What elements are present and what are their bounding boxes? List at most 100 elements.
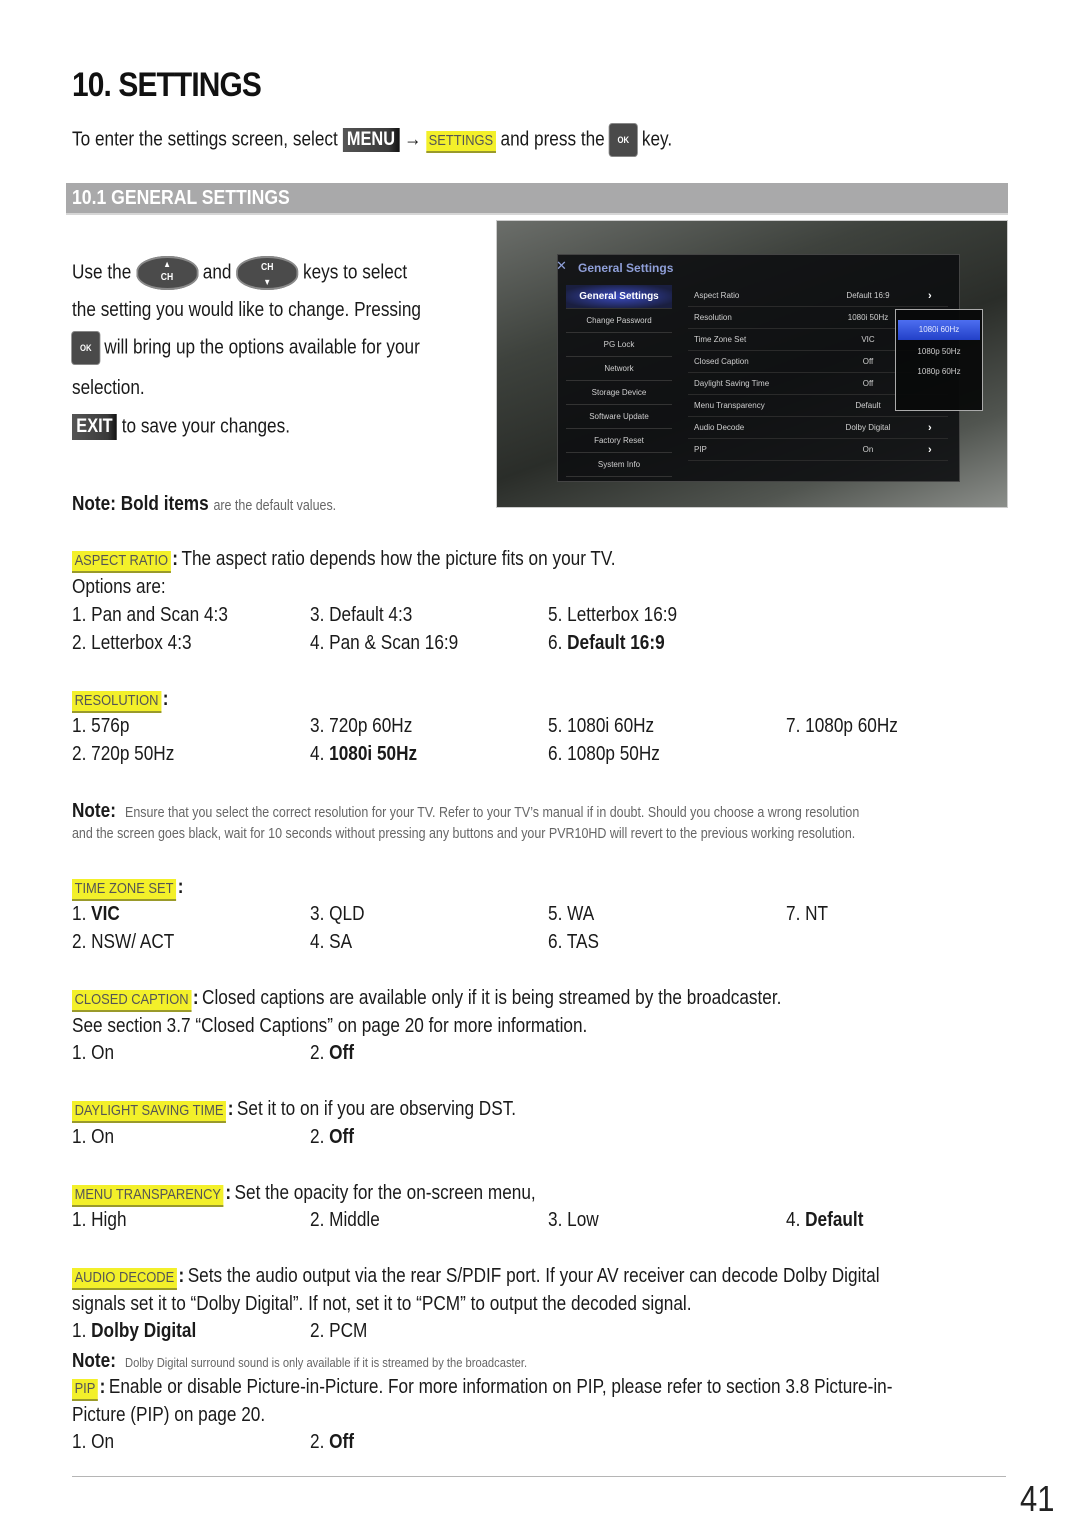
option-number: 1.: [72, 1126, 92, 1148]
option-label: NT: [805, 903, 829, 925]
option-label: SA: [329, 931, 353, 953]
note-label: Note:: [72, 800, 116, 822]
desc-text: The aspect ratio depends how the picture…: [181, 548, 616, 570]
instr-text: to save your changes.: [121, 415, 290, 438]
option-number: 6.: [548, 931, 567, 953]
intro-middle: and press the: [500, 128, 605, 151]
note-text: are the default values.: [213, 498, 337, 514]
instruction-line-2: the setting you would like to change. Pr…: [72, 299, 421, 321]
option-item: 3. 720p 60Hz: [310, 715, 412, 738]
instruction-exit: EXIT to save your changes.: [72, 414, 290, 440]
tv-setting-key: Closed Caption: [694, 357, 749, 366]
tv-left-menu-item: Network: [566, 357, 672, 381]
option-number: 4.: [310, 931, 330, 953]
pip-desc2: Picture (PIP) on page 20.: [72, 1404, 266, 1426]
option-number: 2.: [72, 632, 92, 654]
option-label-default: 1080i 50Hz: [329, 743, 418, 765]
instr-text: and: [202, 261, 232, 284]
ok-key-icon: OK: [609, 124, 638, 156]
tv-setting-key: Audio Decode: [694, 423, 745, 432]
exit-key-icon: EXIT: [72, 414, 117, 440]
closed-caption-desc: CLOSED CAPTION: Closed captions are avail…: [72, 987, 781, 1012]
resolution-tag: RESOLUTION: [72, 691, 162, 713]
option-number: 3.: [548, 1209, 568, 1231]
desc-text: Set the opacity for the on-screen menu,: [234, 1182, 536, 1204]
option-item: 3. Default 4:3: [310, 604, 412, 627]
tv-popup-option: 1080i 60Hz: [898, 320, 980, 340]
option-number: 2.: [72, 931, 92, 953]
option-number: 3.: [310, 604, 330, 626]
tv-setting-key: Aspect Ratio: [694, 291, 740, 300]
tv-setting-value: On: [862, 445, 874, 454]
option-label-default: Off: [329, 1431, 354, 1453]
tv-popup-option: 1080p 50Hz: [917, 347, 961, 356]
option-number: 1.: [72, 1209, 92, 1231]
pip-desc: PIP: Enable or disable Picture-in-Picture…: [72, 1376, 892, 1401]
tv-setting-value: Off: [862, 357, 874, 366]
option-label-default: Default: [805, 1209, 864, 1231]
option-number: 2.: [310, 1042, 330, 1064]
option-label: On: [91, 1126, 115, 1148]
desc-text: Set it to on if you are observing DST.: [236, 1098, 517, 1120]
option-label-default: VIC: [91, 903, 120, 925]
audio-decode-desc2: signals set it to “Dolby Digital”. If no…: [72, 1293, 692, 1315]
time-zone-header: TIME ZONE SET:: [72, 876, 187, 901]
option-label: Pan & Scan 16:9: [329, 632, 459, 654]
option-label: QLD: [329, 903, 365, 925]
closed-caption-desc2: See section 3.7 “Closed Captions” on pag…: [72, 1015, 588, 1037]
option-number: 7.: [786, 715, 806, 737]
tv-left-menu-item: Change Password: [566, 309, 672, 333]
note-text: Ensure that you select the correct resol…: [124, 805, 859, 821]
option-label: On: [91, 1431, 115, 1453]
tv-setting-value: VIC: [861, 335, 875, 344]
option-label: On: [91, 1042, 115, 1064]
tv-setting-value: Off: [862, 379, 874, 388]
option-label: Letterbox 4:3: [91, 632, 192, 654]
audio-decode-tag: AUDIO DECODE: [72, 1268, 177, 1290]
option-label: High: [91, 1209, 127, 1231]
audio-decode-desc: AUDIO DECODE: Sets the audio output via t…: [72, 1265, 880, 1290]
desc-text: Closed captions are available only if it…: [202, 987, 782, 1009]
tv-menu-title: General Settings: [578, 261, 674, 275]
channel-up-key-icon: ▲ CH: [136, 256, 198, 290]
option-item: 1. High: [72, 1209, 127, 1232]
tv-left-menu-item: Software Update: [566, 405, 672, 429]
instr-text: keys to select: [302, 261, 408, 284]
instr-text: will bring up the options available for …: [104, 336, 420, 359]
option-item: 1. On: [72, 1042, 114, 1065]
instr-text: Use the: [72, 261, 132, 284]
option-item: 2. Off: [310, 1126, 354, 1149]
intro-suffix: key.: [641, 128, 673, 151]
bold-note: Note: Bold items are the default values.: [72, 493, 336, 516]
tv-setting-value: 1080i 50Hz: [847, 313, 889, 322]
note-label: Note: Bold items: [72, 493, 209, 515]
option-number: 6.: [548, 632, 568, 654]
option-number: 2.: [310, 1320, 330, 1342]
option-label-default: Off: [329, 1126, 354, 1148]
option-label: Middle: [329, 1209, 380, 1231]
tv-setting-value: Default 16:9: [846, 291, 890, 300]
option-number: 3.: [310, 715, 330, 737]
dst-desc: DAYLIGHT SAVING TIME: Set it to on if you…: [72, 1098, 516, 1123]
option-item: 5. Letterbox 16:9: [548, 604, 677, 627]
settings-tag: SETTINGS: [426, 131, 496, 154]
footer-rule: [72, 1476, 1006, 1477]
tv-setting-value: Default: [855, 401, 881, 410]
option-label: Low: [567, 1209, 599, 1231]
option-label: WA: [567, 903, 595, 925]
option-label-default: Off: [329, 1042, 354, 1064]
menu-key-icon: MENU: [342, 128, 400, 152]
option-number: 2.: [72, 743, 92, 765]
option-number: 3.: [310, 903, 330, 925]
tv-setting-key: Menu Transparency: [694, 401, 765, 410]
option-number: 1.: [72, 715, 92, 737]
option-label: TAS: [566, 931, 599, 953]
option-number: 1.: [72, 1042, 92, 1064]
option-item: 6. Default 16:9: [548, 632, 665, 655]
note-label: Note:: [72, 1350, 116, 1372]
tv-setting-value: Dolby Digital: [845, 423, 891, 432]
aspect-ratio-tag: ASPECT RATIO: [72, 551, 171, 573]
option-label: 720p 50Hz: [91, 743, 175, 765]
option-number: 2.: [310, 1431, 330, 1453]
option-label: Default 4:3: [329, 604, 413, 626]
